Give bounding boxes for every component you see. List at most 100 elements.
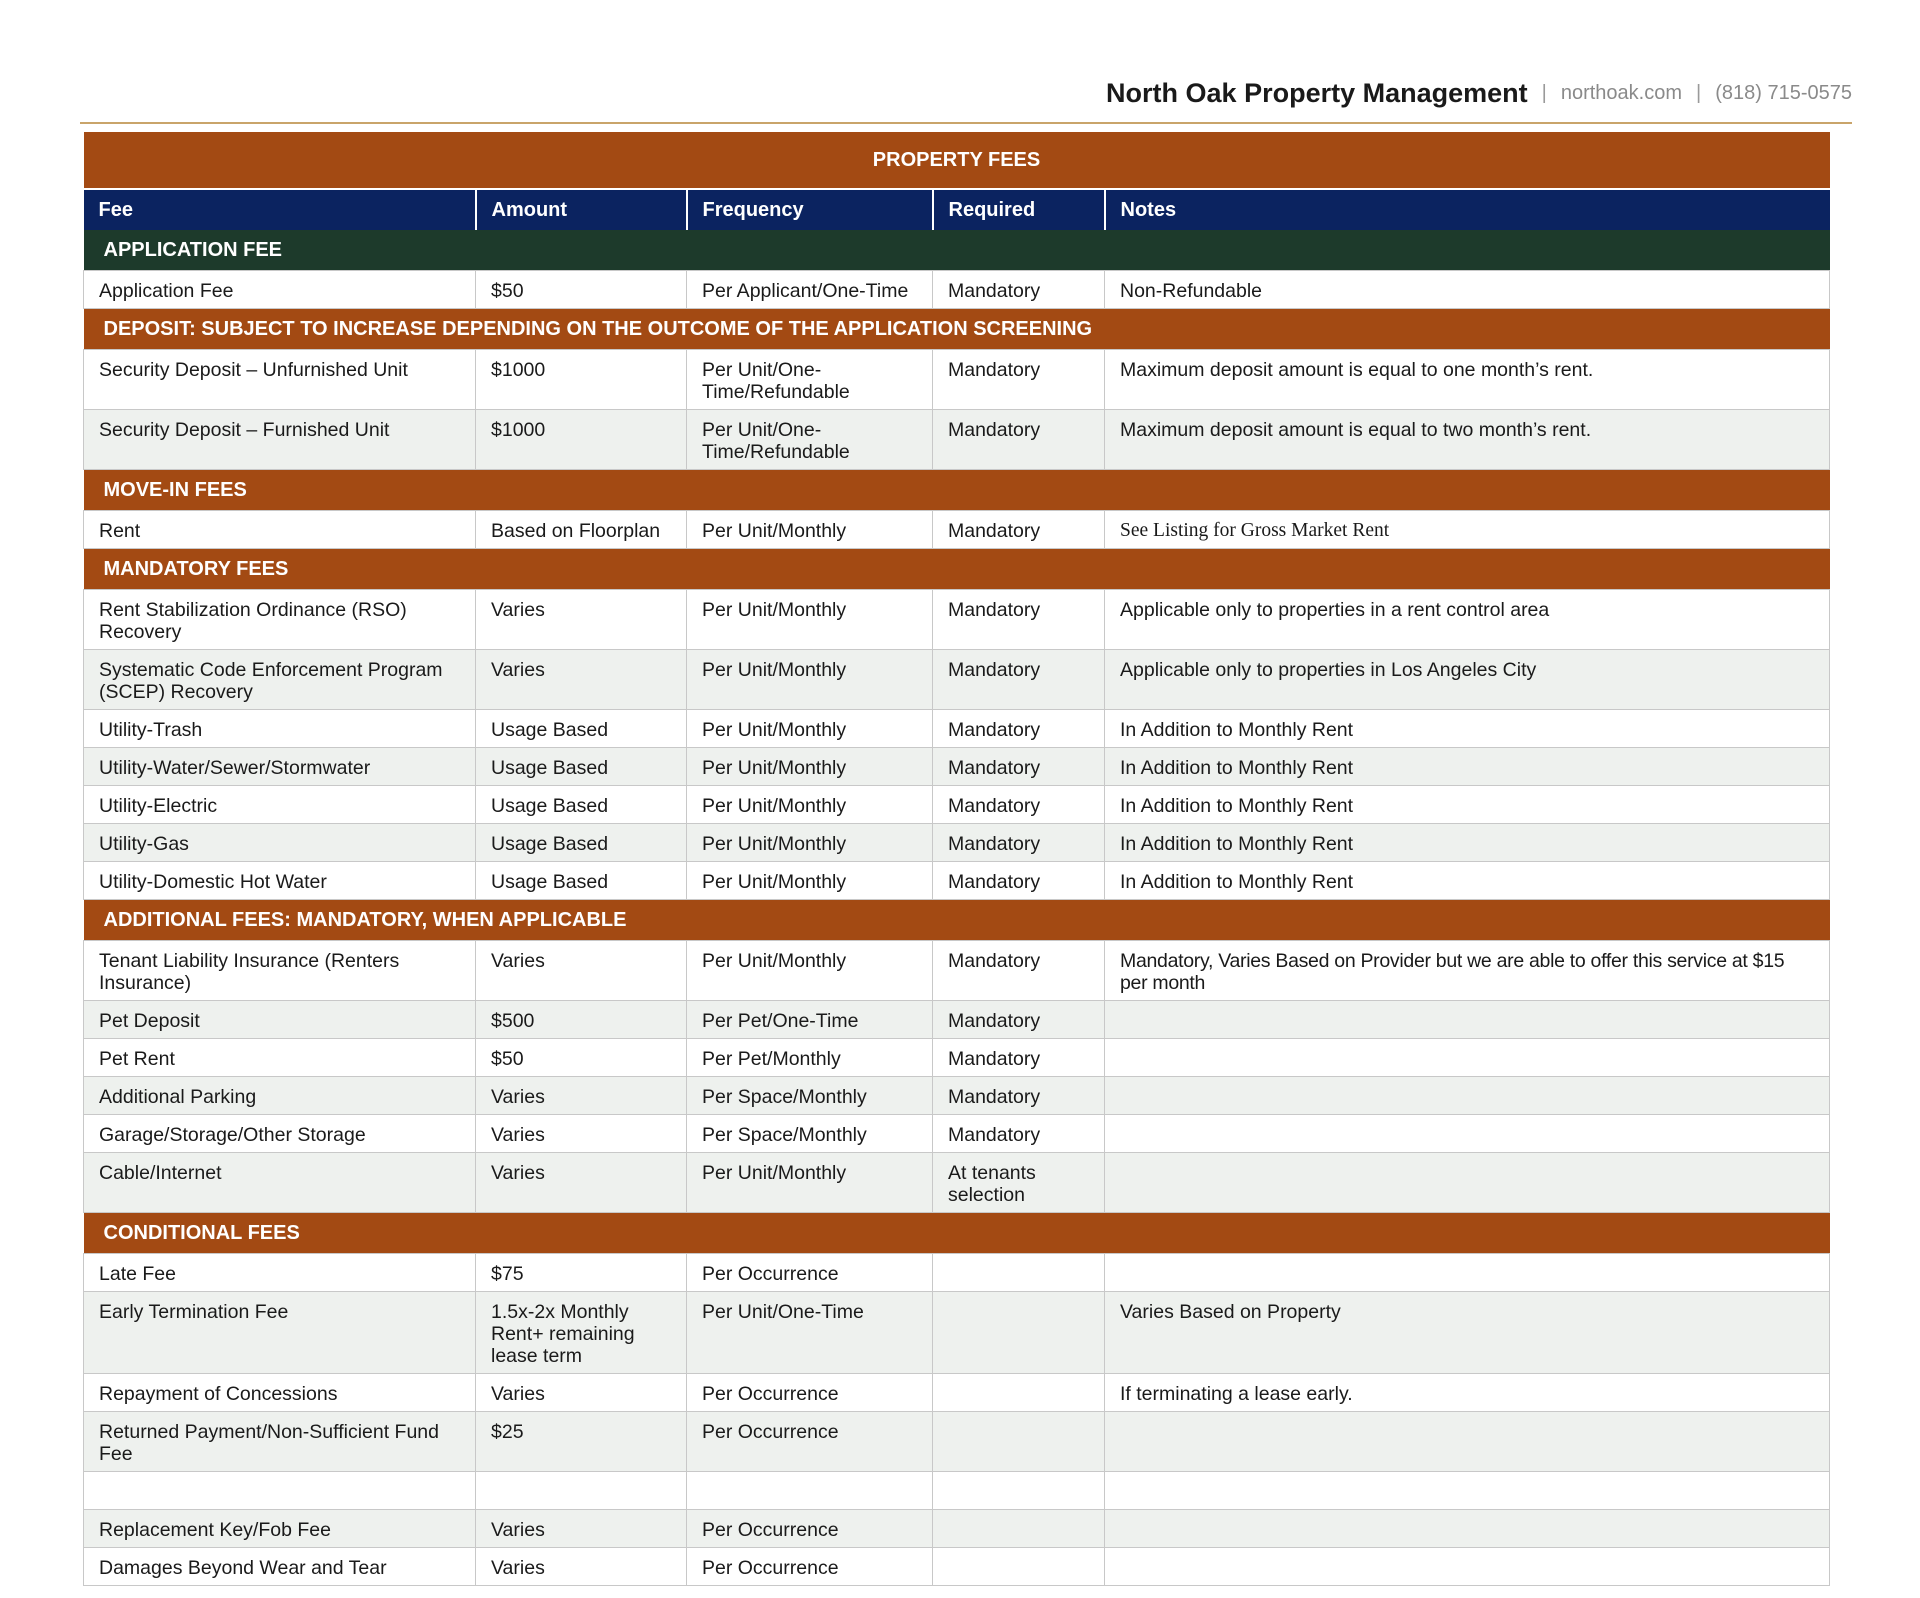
frequency-cell: Per Unit/Monthly [686,709,933,748]
header-separator: | [1696,82,1702,104]
company-phone[interactable]: (818) 715-0575 [1715,82,1852,104]
notes-cell: Maximum deposit amount is equal to two m… [1103,409,1831,470]
section-title: ADDITIONAL FEES: MANDATORY, WHEN APPLICA… [83,899,1830,941]
table-title-row: PROPERTY FEES [83,132,1830,190]
section-header-row: CONDITIONAL FEES [83,1212,1830,1254]
fee-cell: Utility-Domestic Hot Water [83,861,476,900]
amount-cell: Varies [475,1152,687,1213]
table-row: Utility-Electric Usage Based Per Unit/Mont… [83,785,1831,824]
notes-cell: See Listing for Gross Market Rent [1103,510,1831,549]
amount-cell [475,1471,687,1510]
frequency-cell: Per Unit/One-Time/Refundable [686,409,933,470]
required-cell: Mandatory [932,589,1105,650]
required-cell: Mandatory [932,709,1105,748]
required-cell: Mandatory [932,823,1105,862]
required-cell [932,1373,1105,1412]
fee-cell: Pet Deposit [83,1000,476,1039]
required-cell [932,1253,1105,1292]
frequency-cell: Per Unit/One-Time/Refundable [686,349,933,410]
header-separator: | [1541,82,1547,104]
required-cell: Mandatory [932,1076,1105,1115]
notes-cell [1103,1547,1831,1586]
fee-cell: Utility-Gas [83,823,476,862]
frequency-cell: Per Unit/Monthly [686,747,933,786]
notes-cell: In Addition to Monthly Rent [1103,785,1831,824]
column-header-required: Required [932,189,1106,230]
frequency-cell: Per Applicant/One-Time [686,270,933,309]
amount-cell: Usage Based [475,785,687,824]
frequency-cell: Per Unit/Monthly [686,940,933,1001]
fee-cell: Returned Payment/Non-Sufficient Fund Fee [83,1411,476,1472]
frequency-cell: Per Unit/One-Time [686,1291,933,1374]
notes-cell [1103,1114,1831,1153]
table-row: Pet Rent $50 Per Pet/Monthly Mandatory [83,1038,1831,1077]
section-title: MANDATORY FEES [83,548,1830,590]
fee-cell: Utility-Water/Sewer/Stormwater [83,747,476,786]
amount-cell: Usage Based [475,823,687,862]
table-row: Utility-Gas Usage Based Per Unit/Monthly Ma… [83,823,1831,862]
section-header-row: APPLICATION FEE [83,230,1830,271]
amount-cell: Usage Based [475,861,687,900]
notes-cell: If terminating a lease early. [1103,1373,1831,1412]
fee-cell: Pet Rent [83,1038,476,1077]
notes-cell [1103,1076,1831,1115]
notes-cell: Non-Refundable [1103,270,1831,309]
company-name: North Oak Property Management [1106,78,1528,108]
notes-cell [1103,1471,1831,1510]
column-header-row: Fee Amount Frequency Required Notes [83,189,1830,230]
required-cell: Mandatory [932,349,1105,410]
notes-cell: Applicable only to properties in Los Ang… [1103,649,1831,710]
frequency-cell: Per Space/Monthly [686,1114,933,1153]
fee-cell: Rent Stabilization Ordinance (RSO) Recov… [83,589,476,650]
notes-cell [1103,1509,1831,1548]
amount-cell: Usage Based [475,709,687,748]
table-row: Cable/Internet Varies Per Unit/Monthly At t… [83,1152,1831,1213]
frequency-cell: Per Unit/Monthly [686,649,933,710]
amount-cell: $50 [475,270,687,309]
amount-cell: Varies [475,649,687,710]
section-header-row: DEPOSIT: SUBJECT TO INCREASE DEPENDING O… [83,308,1830,350]
fee-cell: Security Deposit – Furnished Unit [83,409,476,470]
column-header-frequency: Frequency [686,189,934,230]
frequency-cell: Per Occurrence [686,1547,933,1586]
table-row: Rent Stabilization Ordinance (RSO) Recov… [83,589,1831,650]
frequency-cell: Per Unit/Monthly [686,823,933,862]
amount-cell: Varies [475,589,687,650]
company-website[interactable]: northoak.com [1561,82,1682,104]
required-cell [932,1291,1105,1374]
header-divider [80,122,1852,124]
fee-cell: Cable/Internet [83,1152,476,1213]
notes-cell: Maximum deposit amount is equal to one m… [1103,349,1831,410]
amount-cell: Varies [475,940,687,1001]
table-title: PROPERTY FEES [83,132,1830,190]
notes-cell: In Addition to Monthly Rent [1103,709,1831,748]
section-header-row: MOVE-IN FEES [83,469,1830,511]
required-cell: Mandatory [932,861,1105,900]
notes-cell [1103,1038,1831,1077]
required-cell: Mandatory [932,1114,1105,1153]
property-fees-table: PROPERTY FEES Fee Amount Frequency Requi… [83,132,1831,1586]
amount-cell: Varies [475,1114,687,1153]
table-row: Rent Based on Floorplan Per Unit/Monthly Ma… [83,510,1831,549]
fee-table-body: APPLICATION FEE Application Fee $50 Per App… [83,230,1831,1586]
fee-cell: Repayment of Concessions [83,1373,476,1412]
fee-cell: Security Deposit – Unfurnished Unit [83,349,476,410]
table-row: Systematic Code Enforcement Program (SCE… [83,649,1831,710]
required-cell: Mandatory [932,747,1105,786]
frequency-cell: Per Unit/Monthly [686,510,933,549]
frequency-cell: Per Pet/Monthly [686,1038,933,1077]
fee-cell: Application Fee [83,270,476,309]
fee-cell: Damages Beyond Wear and Tear [83,1547,476,1586]
required-cell [932,1411,1105,1472]
section-title: DEPOSIT: SUBJECT TO INCREASE DEPENDING O… [83,308,1830,350]
fee-cell [83,1471,476,1510]
fee-cell: Utility-Trash [83,709,476,748]
column-header-fee: Fee [83,189,477,230]
notes-cell [1103,1000,1831,1039]
required-cell: Mandatory [932,409,1105,470]
table-row: Tenant Liability Insurance (Renters Insu… [83,940,1831,1001]
amount-cell: Varies [475,1076,687,1115]
required-cell [932,1509,1105,1548]
frequency-cell: Per Occurrence [686,1509,933,1548]
notes-cell: In Addition to Monthly Rent [1103,861,1831,900]
